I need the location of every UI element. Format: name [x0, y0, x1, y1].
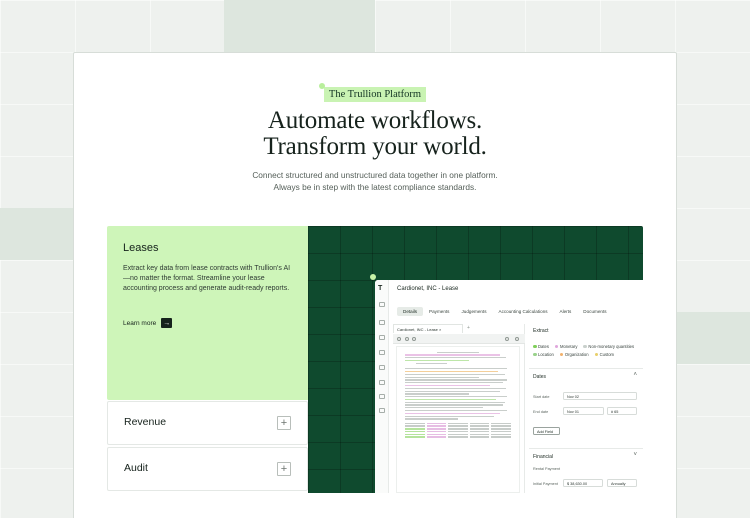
list-icon[interactable]: [379, 350, 385, 355]
initial-payment-label: Initial Payment: [533, 482, 558, 486]
hero-subtext: Connect structured and unstructured data…: [0, 170, 750, 193]
background-block: [0, 208, 73, 260]
initial-payment-field[interactable]: $ 38,630.00: [563, 479, 603, 487]
headline-line-2: Transform your world.: [263, 133, 487, 160]
document-tab[interactable]: Cardionet, INC - Lease ×: [393, 324, 463, 333]
tab-accounting-calculations[interactable]: Accounting Calculations: [493, 307, 554, 316]
tab-documents[interactable]: Documents: [577, 307, 612, 316]
logo-icon: T: [378, 285, 383, 292]
accordion-item-label: Revenue: [124, 416, 167, 428]
learn-more-link[interactable]: Learn more →: [123, 318, 173, 328]
start-date-field[interactable]: Nov 02: [563, 392, 637, 400]
extract-heading: Extract: [533, 328, 549, 334]
gear-icon[interactable]: [379, 408, 385, 413]
flask-icon[interactable]: [379, 394, 385, 399]
chip-non-monetary[interactable]: Non-monetary quantities: [583, 344, 634, 349]
end-date-label: End date: [533, 410, 549, 414]
end-date-field[interactable]: Nov 01: [563, 407, 604, 415]
chevron-down-icon[interactable]: ˅: [633, 452, 637, 458]
accordion-item-leases[interactable]: Leases Extract key data from lease contr…: [107, 226, 308, 400]
chip-location[interactable]: Location: [533, 352, 554, 357]
chevron-up-icon[interactable]: ˄: [633, 372, 637, 378]
download-icon[interactable]: [515, 337, 519, 341]
badge-dot: [318, 83, 325, 89]
document-table: [405, 422, 511, 439]
chip-dates[interactable]: Dates: [533, 344, 549, 349]
arrow-right-icon: →: [161, 318, 173, 328]
add-tab-icon[interactable]: +: [467, 325, 470, 331]
financial-section: Financial ˅ Rental Payment Initial Payme…: [529, 448, 643, 493]
background-block: [677, 312, 750, 364]
extract-chips: Dates Monetary Non-monetary quantities L…: [533, 344, 641, 357]
extract-pane: Extract Dates Monetary Non-monetary quan…: [529, 324, 643, 493]
badge-wrap: The Trullion Platform: [0, 83, 750, 102]
plus-icon[interactable]: +: [277, 416, 291, 430]
accordion-description: Extract key data from lease contracts wi…: [123, 265, 291, 292]
tab-details[interactable]: Details: [397, 307, 424, 316]
chip-custom[interactable]: Custom: [594, 352, 614, 357]
document-toolbar: [393, 334, 525, 344]
app-window: T Cardionet, INC - Lease Details Payment…: [375, 280, 643, 493]
accordion-item-label: Audit: [124, 462, 148, 474]
search-icon[interactable]: [505, 337, 509, 341]
tab-payments[interactable]: Payments: [423, 307, 455, 316]
term-field[interactable]: # 65: [607, 407, 637, 415]
background-block: [224, 0, 375, 52]
badge-label: The Trullion Platform: [328, 89, 422, 100]
document-tab-label: Cardionet, INC - Lease: [397, 327, 438, 332]
plus-icon[interactable]: +: [277, 462, 291, 476]
sidebar-toggle-icon[interactable]: [397, 337, 401, 341]
headline-line-1: Automate workflows.: [267, 107, 483, 134]
tab-alerts[interactable]: Alerts: [554, 307, 578, 316]
zoom-out-icon[interactable]: [405, 337, 409, 341]
rental-payment-label: Rental Payment: [533, 467, 561, 471]
document-page: [396, 346, 520, 493]
table-icon[interactable]: [379, 320, 385, 325]
tab-judgements[interactable]: Judgements: [455, 307, 492, 316]
users-icon[interactable]: [379, 380, 385, 385]
subtext-line-2: Always be in step with the latest compli…: [273, 181, 477, 192]
document-viewer: Cardionet, INC - Lease × +: [393, 324, 525, 493]
side-rail: T: [375, 280, 389, 493]
chip-monetary[interactable]: Monetary: [554, 344, 577, 349]
zoom-in-icon[interactable]: [412, 337, 416, 341]
start-date-label: Start date: [533, 395, 550, 399]
copy-icon[interactable]: [379, 302, 385, 307]
document-icon[interactable]: [379, 365, 385, 370]
platform-badge: The Trullion Platform: [318, 83, 427, 102]
app-title: Cardionet, INC - Lease: [397, 286, 459, 292]
frequency-select[interactable]: Annually: [607, 479, 637, 487]
dates-heading: Dates: [533, 374, 547, 380]
app-tabs: Details Payments Judgements Accounting C…: [397, 307, 613, 316]
financial-heading: Financial: [533, 454, 554, 460]
page-title: Automate workflows. Transform your world…: [0, 108, 750, 160]
accordion-item-audit[interactable]: Audit +: [107, 447, 308, 491]
subtext-line-1: Connect structured and unstructured data…: [252, 170, 498, 180]
chip-organization[interactable]: Organization: [559, 352, 589, 357]
dates-section: Dates ˄ Start date Nov 02 End date Nov 0…: [529, 368, 643, 448]
add-field-button[interactable]: Add Field: [533, 427, 560, 435]
accordion-item-revenue[interactable]: Revenue +: [107, 401, 308, 445]
chart-icon[interactable]: [379, 335, 385, 340]
learn-more-label: Learn more: [123, 319, 157, 327]
accordion-title: Leases: [123, 242, 159, 254]
